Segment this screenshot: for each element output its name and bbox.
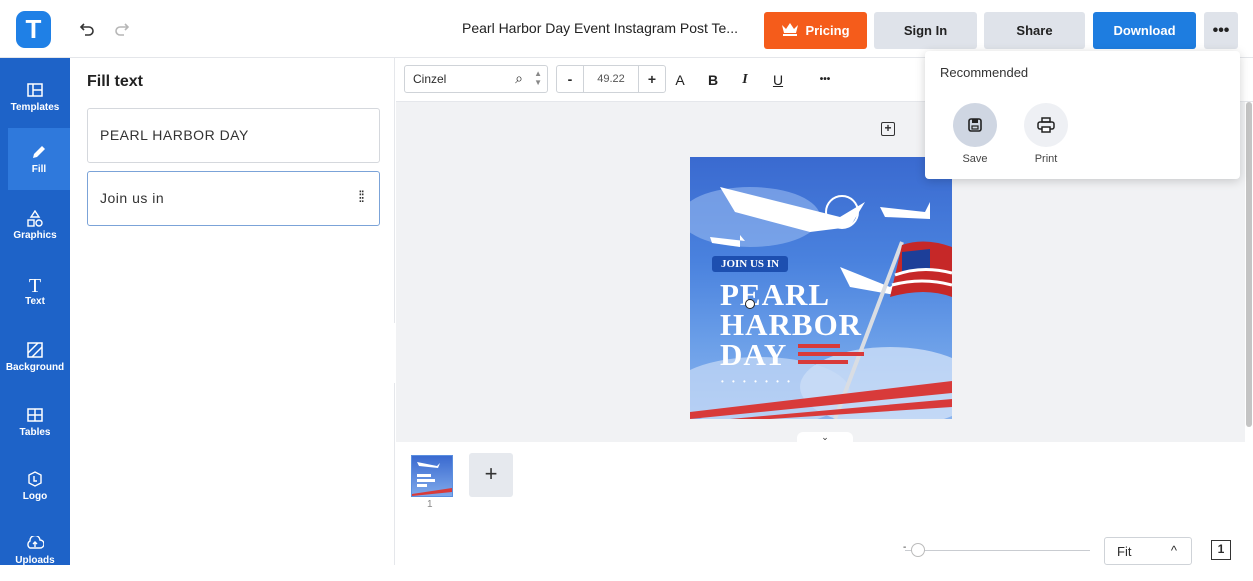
sidebar-item-tables[interactable]: Tables xyxy=(0,391,70,453)
fill-text-panel: Fill text PEARL HARBOR DAY Join us in ⁞⁞ xyxy=(70,58,395,565)
save-icon xyxy=(953,103,997,147)
sidebar-item-uploads[interactable]: Uploads xyxy=(0,519,70,581)
font-name: Cinzel xyxy=(413,72,447,86)
print-button[interactable]: Print xyxy=(1024,103,1068,165)
app-logo[interactable]: T xyxy=(16,11,51,48)
decrease-size-button[interactable]: - xyxy=(557,71,583,87)
table-icon xyxy=(27,407,43,427)
zoom-out-button[interactable]: - xyxy=(903,542,906,553)
scrollbar-thumb[interactable] xyxy=(1246,102,1252,427)
print-label: Print xyxy=(1034,153,1058,165)
design-heading-line1[interactable]: PEARL xyxy=(720,279,830,310)
more-options-popup: Recommended Save Print xyxy=(925,51,1240,179)
spinner-icon[interactable]: ▲ ▼ xyxy=(534,69,542,87)
sidebar-item-label: Logo xyxy=(22,490,48,502)
zoom-slider[interactable] xyxy=(905,550,1090,551)
pricing-button[interactable]: Pricing xyxy=(764,12,867,49)
sidebar-item-logo[interactable]: Logo xyxy=(0,455,70,517)
fill-text-field[interactable]: PEARL HARBOR DAY xyxy=(87,108,380,163)
crown-icon xyxy=(781,22,799,39)
search-icon: ⌕ xyxy=(515,70,523,86)
sidebar-item-label: Fill xyxy=(31,163,47,175)
font-size-input[interactable]: 49.22 xyxy=(583,66,639,92)
redo-icon[interactable] xyxy=(112,19,132,39)
thumbnail-artwork xyxy=(412,462,452,496)
sidebar-item-background[interactable]: Background xyxy=(0,326,70,388)
page-thumbnail[interactable] xyxy=(411,455,453,497)
design-tagline[interactable]: JOIN US IN xyxy=(712,256,788,272)
chevron-up-icon: ^ xyxy=(1170,543,1177,558)
sidebar-item-templates[interactable]: Templates xyxy=(0,66,70,128)
collapse-pages-button[interactable]: ⌄ xyxy=(797,432,853,444)
sign-in-button[interactable]: Sign In xyxy=(874,12,977,49)
popup-title: Recommended xyxy=(940,65,1029,80)
zoom-fit-select[interactable]: Fit ^ xyxy=(1104,537,1192,565)
sidebar-item-label: Uploads xyxy=(15,554,55,566)
templates-icon xyxy=(27,82,43,102)
upload-icon xyxy=(26,534,45,555)
increase-size-button[interactable]: + xyxy=(639,71,665,87)
text-case-button[interactable]: A xyxy=(669,69,691,91)
bold-button[interactable]: B xyxy=(702,69,724,91)
sidebar-item-label: Text xyxy=(25,295,45,307)
sidebar-item-label: Graphics xyxy=(13,229,57,241)
italic-button[interactable]: I xyxy=(734,69,756,91)
sidebar-item-text[interactable]: T Text xyxy=(0,260,70,322)
save-button[interactable]: Save xyxy=(953,103,997,165)
save-label: Save xyxy=(962,153,988,165)
font-family-select[interactable]: Cinzel ⌕ ▲ ▼ xyxy=(404,65,548,93)
background-icon xyxy=(27,341,43,362)
top-bar: T Pearl Harbor Day Event Instagram Post … xyxy=(0,0,1253,58)
underline-button[interactable]: U xyxy=(767,69,789,91)
sidebar-item-label: Tables xyxy=(19,426,51,438)
rotate-handle-icon[interactable] xyxy=(745,299,755,309)
design-dots: • • • • • • • xyxy=(721,377,793,386)
add-page-button[interactable]: + xyxy=(469,453,513,497)
panel-title: Fill text xyxy=(87,73,144,90)
print-icon xyxy=(1024,103,1068,147)
design-heading-line2[interactable]: HARBOR xyxy=(720,309,862,340)
fill-text-field[interactable]: Join us in ⁞⁞ xyxy=(87,171,380,226)
sidebar-item-fill[interactable]: Fill xyxy=(8,128,70,190)
zoom-fit-label: Fit xyxy=(1117,544,1132,559)
shapes-icon xyxy=(26,209,44,230)
sidebar-item-graphics[interactable]: Graphics xyxy=(0,194,70,256)
sidebar-item-label: Background xyxy=(5,361,65,373)
drag-handle-icon[interactable]: ⁞⁞ xyxy=(358,189,365,207)
pricing-label: Pricing xyxy=(805,23,850,38)
text-icon: T xyxy=(28,274,42,297)
sidebar-item-label: Templates xyxy=(10,101,60,113)
share-button[interactable]: Share xyxy=(984,12,1085,49)
more-toolbar-button[interactable]: ••• xyxy=(814,69,836,91)
add-page-icon[interactable]: + xyxy=(881,122,895,136)
zoom-slider-handle[interactable] xyxy=(911,543,925,557)
document-title[interactable]: Pearl Harbor Day Event Instagram Post Te… xyxy=(440,20,760,36)
more-options-button[interactable]: ••• xyxy=(1204,12,1238,49)
design-heading-line3[interactable]: DAY xyxy=(720,339,787,370)
design-canvas[interactable]: JOIN US IN PEARL HARBOR DAY • • • • • • … xyxy=(690,157,952,419)
font-size-stepper: - 49.22 + xyxy=(556,65,666,93)
left-sidebar: Templates Fill Graphics T Text Backgroun… xyxy=(0,58,70,566)
page-number: 1 xyxy=(427,499,433,510)
pencil-icon xyxy=(31,144,47,164)
page-view-icon[interactable]: 1 xyxy=(1211,540,1231,560)
vertical-scrollbar[interactable] xyxy=(1245,102,1253,442)
undo-icon[interactable] xyxy=(77,19,97,39)
fill-text-value: Join us in xyxy=(100,190,165,206)
logo-icon xyxy=(27,470,43,491)
download-button[interactable]: Download xyxy=(1093,12,1196,49)
